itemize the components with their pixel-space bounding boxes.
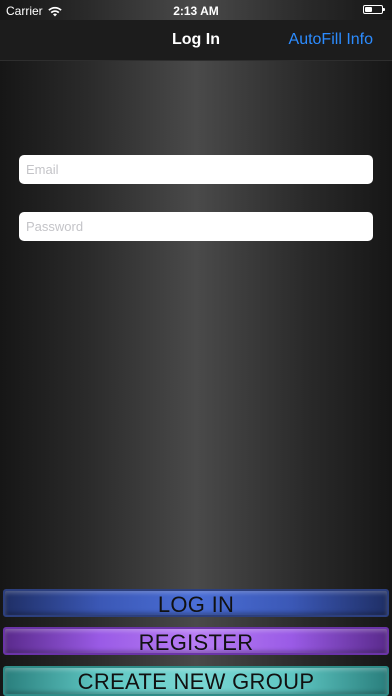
login-screen: Carrier 2:13 AM Log In AutoFill Info LOG… (0, 0, 392, 696)
battery-icon (363, 5, 385, 14)
create-new-group-button[interactable]: CREATE NEW GROUP (3, 666, 389, 696)
login-button[interactable]: LOG IN (3, 589, 389, 617)
register-button[interactable]: REGISTER (3, 627, 389, 655)
status-time: 2:13 AM (173, 4, 219, 18)
autofill-info-button[interactable]: AutoFill Info (289, 31, 373, 49)
status-bar: Carrier 2:13 AM (0, 0, 392, 20)
email-field[interactable] (19, 155, 373, 184)
navigation-bar: Log In AutoFill Info (0, 20, 392, 61)
password-field[interactable] (19, 212, 373, 241)
